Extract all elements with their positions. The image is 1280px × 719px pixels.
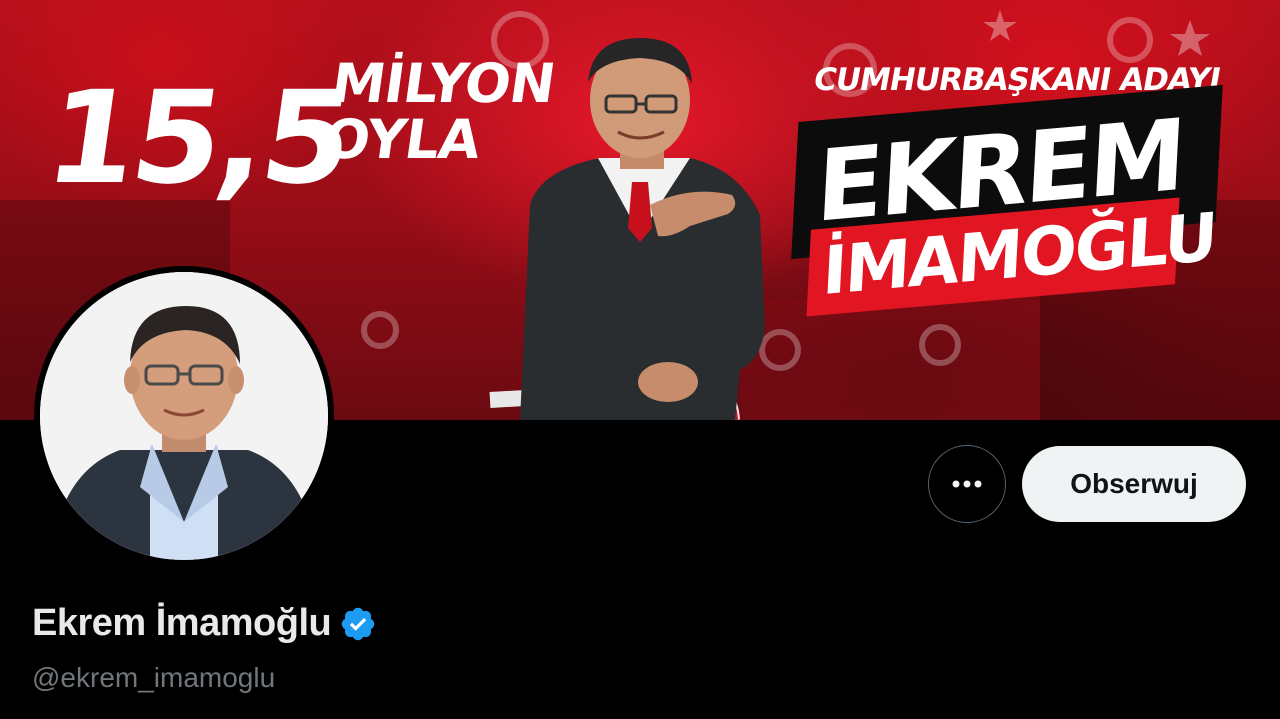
more-options-button[interactable] xyxy=(928,445,1006,523)
banner-headline-word: OYLA xyxy=(319,108,484,171)
banner-headline-words: MİLYON OYLA xyxy=(319,52,596,171)
avatar-portrait xyxy=(40,272,328,560)
profile-handle: @ekrem_imamoglu xyxy=(32,662,276,693)
follow-button[interactable]: Obserwuj xyxy=(1022,446,1246,522)
profile-display-name: Ekrem İmamoğlu xyxy=(32,602,377,645)
display-name-text: Ekrem İmamoğlu xyxy=(32,602,332,644)
avatar-image xyxy=(40,272,328,560)
banner-headline-number: 15,5 xyxy=(37,64,359,213)
avatar[interactable] xyxy=(34,266,334,566)
more-horizontal-icon xyxy=(952,480,982,488)
banner-headline-word: MİLYON xyxy=(327,52,559,115)
verified-badge-icon[interactable] xyxy=(339,605,377,643)
